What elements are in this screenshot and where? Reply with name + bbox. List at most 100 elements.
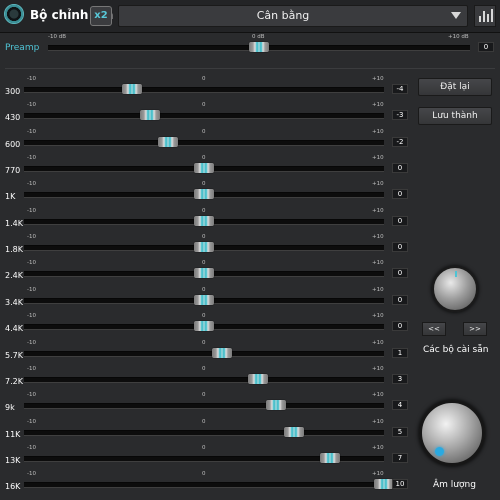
band-mid-label: 0 (202, 365, 206, 372)
band-slider-handle[interactable] (248, 373, 268, 384)
preset-knob[interactable] (432, 266, 478, 312)
band-slider-track[interactable] (24, 139, 384, 146)
band-slider-handle[interactable] (194, 163, 214, 174)
band-slider-handle[interactable] (158, 136, 178, 147)
band-slider-track[interactable] (24, 87, 384, 93)
band-slider-handle[interactable] (320, 452, 340, 463)
band-slider-track[interactable] (24, 429, 384, 436)
band-frequency-label: 2.4K (5, 271, 23, 281)
band-slider-handle[interactable] (122, 84, 142, 94)
band-min-label: -10 (27, 207, 36, 214)
band-value-box: 3 (392, 373, 408, 384)
band-mid-label: 0 (202, 155, 206, 162)
band-row: 16K -10 0 +10 10 (0, 471, 500, 497)
band-frequency-label: 600 (5, 139, 21, 149)
band-slider-handle[interactable] (266, 400, 286, 411)
top-bar: Bộ chỉnh âm x2 Cân bằng (0, 0, 500, 33)
band-slider-handle[interactable] (194, 242, 214, 253)
band-row: 770 -10 0 +10 0 (0, 155, 500, 181)
band-min-label: -10 (27, 339, 36, 346)
band-value-box: -2 (392, 136, 408, 147)
band-frequency-label: 1K (5, 192, 16, 202)
band-max-label: +10 (372, 181, 384, 188)
volume-knob-indicator (435, 447, 444, 456)
x2-toggle-button[interactable]: x2 (90, 6, 112, 26)
prev-preset-button[interactable]: << (422, 322, 446, 336)
band-slider-handle[interactable] (374, 479, 394, 490)
band-max-label: +10 (372, 260, 384, 267)
band-max-label: +10 (372, 339, 384, 346)
presets-label: Các bộ cài sẵn (423, 345, 489, 355)
spectrum-bars-icon[interactable] (474, 5, 496, 27)
band-slider-track[interactable] (24, 376, 384, 383)
band-row: 1.4K -10 0 +10 0 (0, 208, 500, 234)
band-max-label: +10 (372, 418, 384, 425)
band-frequency-label: 5.7K (5, 350, 23, 360)
band-row: 600 -10 0 +10 -2 (0, 129, 500, 155)
preamp-label: Preamp (5, 43, 40, 53)
band-min-label: -10 (27, 471, 36, 478)
band-min-label: -10 (27, 181, 36, 188)
band-slider-handle[interactable] (194, 321, 214, 332)
volume-knob[interactable] (419, 400, 485, 466)
band-mid-label: 0 (202, 207, 206, 214)
band-row: 1.8K -10 0 +10 0 (0, 234, 500, 260)
band-mid-label: 0 (202, 286, 206, 293)
band-row: 7.2K -10 0 +10 3 (0, 366, 500, 392)
band-mid-label: 0 (202, 102, 206, 109)
preamp-max-label: +10 dB (448, 34, 469, 40)
band-slider-track[interactable] (24, 113, 384, 120)
band-value-box: 0 (392, 215, 408, 226)
save-as-button[interactable]: Lưu thành (418, 107, 492, 125)
equalizer-app-icon[interactable] (4, 4, 24, 24)
band-value-box: 4 (392, 400, 408, 411)
band-slider-handle[interactable] (212, 347, 232, 358)
preamp-value-box: 0 (478, 42, 494, 52)
band-max-label: +10 (372, 392, 384, 399)
volume-label: Âm lượng (433, 480, 476, 490)
band-slider-handle[interactable] (194, 294, 214, 305)
band-value-box: -4 (392, 84, 408, 94)
next-preset-button[interactable]: >> (463, 322, 487, 336)
band-max-label: +10 (372, 234, 384, 241)
band-max-label: +10 (372, 286, 384, 293)
band-min-label: -10 (27, 102, 36, 109)
band-mid-label: 0 (202, 418, 206, 425)
band-slider-track[interactable] (24, 482, 384, 489)
band-slider-handle[interactable] (140, 110, 160, 121)
band-value-box: 7 (392, 452, 408, 463)
band-frequency-label: 300 (5, 87, 21, 96)
band-slider-handle[interactable] (194, 268, 214, 279)
band-min-label: -10 (27, 234, 36, 241)
band-min-label: -10 (27, 76, 36, 82)
band-mid-label: 0 (202, 234, 206, 241)
band-frequency-label: 1.8K (5, 245, 23, 255)
band-value-box: 0 (392, 163, 408, 174)
band-slider-handle[interactable] (194, 215, 214, 226)
preset-knob-indicator (455, 271, 457, 277)
band-value-box: 0 (392, 268, 408, 279)
band-frequency-label: 770 (5, 166, 21, 176)
band-mid-label: 0 (202, 392, 206, 399)
band-min-label: -10 (27, 260, 36, 267)
reset-button[interactable]: Đặt lại (418, 78, 492, 96)
divider (5, 68, 495, 69)
chevron-down-icon (451, 12, 461, 19)
preamp-min-label: -10 dB (48, 34, 66, 40)
band-max-label: +10 (372, 207, 384, 214)
band-slider-track[interactable] (24, 403, 384, 410)
band-slider-track[interactable] (24, 350, 384, 357)
preamp-row: Preamp -10 dB 0 dB +10 dB 0 (0, 34, 500, 60)
band-mid-label: 0 (202, 313, 206, 320)
band-slider-handle[interactable] (284, 426, 304, 437)
preamp-slider-handle[interactable] (249, 42, 269, 52)
band-max-label: +10 (372, 76, 384, 82)
band-frequency-label: 9k (5, 403, 15, 413)
band-max-label: +10 (372, 128, 384, 135)
band-value-box: 0 (392, 294, 408, 305)
preset-dropdown[interactable]: Cân bằng (118, 5, 468, 27)
band-max-label: +10 (372, 471, 384, 478)
band-frequency-label: 13K (5, 455, 21, 465)
band-slider-handle[interactable] (194, 189, 214, 200)
band-min-label: -10 (27, 418, 36, 425)
